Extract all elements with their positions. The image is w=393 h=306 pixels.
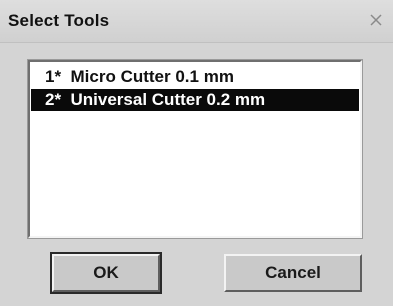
tools-listbox[interactable]: 1* Micro Cutter 0.1 mm 2* Universal Cutt… xyxy=(27,59,363,239)
list-item-label: 2* Universal Cutter 0.2 mm xyxy=(45,90,266,109)
cancel-button[interactable]: Cancel xyxy=(224,254,362,292)
ok-button-label: OK xyxy=(93,263,119,282)
close-button[interactable] xyxy=(365,12,387,30)
ok-button[interactable]: OK xyxy=(50,252,162,294)
title-bar: Select Tools xyxy=(0,0,393,43)
dialog-title: Select Tools xyxy=(8,11,110,30)
list-item-universal-cutter[interactable]: 2* Universal Cutter 0.2 mm xyxy=(31,89,359,111)
cancel-button-label: Cancel xyxy=(265,263,321,282)
select-tools-dialog: Select Tools 1* Micro Cutter 0.1 mm 2* U… xyxy=(0,0,393,306)
list-item-label: 1* Micro Cutter 0.1 mm xyxy=(45,67,234,86)
list-item-micro-cutter[interactable]: 1* Micro Cutter 0.1 mm xyxy=(31,66,359,88)
close-icon xyxy=(365,14,387,26)
